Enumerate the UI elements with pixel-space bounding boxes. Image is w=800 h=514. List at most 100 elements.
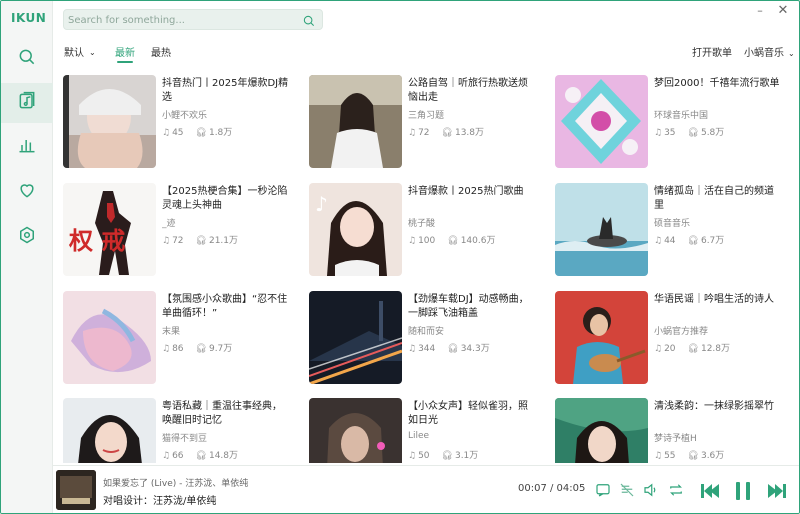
music-note-icon: ♫ xyxy=(162,344,171,354)
music-note-icon: ♫ xyxy=(408,451,417,461)
playlist-cover xyxy=(309,291,402,384)
song-count: 72 xyxy=(172,236,184,246)
playlist-card[interactable]: 粤语私藏｜重温往事经典，唤醒旧时记忆 猫得不到豆 ♫ 66 🎧︎ 14.8万 xyxy=(61,398,301,463)
previous-button[interactable] xyxy=(698,479,722,503)
sidebar-item-charts[interactable] xyxy=(1,127,53,167)
playlist-title: 【2025热梗合集】一秒沦陷灵魂上头神曲 xyxy=(162,186,288,211)
song-count: 50 xyxy=(418,451,430,461)
now-playing-title: 如果爱忘了 (Live) - 汪苏泷、单依纯 xyxy=(103,479,249,489)
playlist-card[interactable]: 清浅柔韵：一抹绿影摇翠竹 梦诗予植H ♫ 55 🎧︎ 3.6万 xyxy=(553,398,793,463)
sidebar-item-search[interactable] xyxy=(1,39,53,79)
playback-time: 00:07 / 04:05 xyxy=(518,483,586,494)
sidebar-item-settings[interactable] xyxy=(1,217,53,257)
playlist-card[interactable]: 梦回2000！千禧年流行歌单 环球音乐中国 ♫ 35 🎧︎ 5.8万 xyxy=(553,75,793,171)
open-playlist-link[interactable]: 打开歌单 xyxy=(692,44,732,59)
headphones-icon: 🎧︎ xyxy=(447,344,459,354)
search-icon[interactable] xyxy=(302,13,316,27)
minimize-button[interactable]: – xyxy=(752,3,768,19)
chevron-down-icon: ⌄ xyxy=(788,49,795,58)
tab-newest[interactable]: 最新 xyxy=(115,44,135,63)
playlist-author: 梦诗予植H xyxy=(654,434,697,444)
playlist-card[interactable]: 【氛围感小众歌曲】“忍不住单曲循环！” 末果 ♫ 86 🎧︎ 9.7万 xyxy=(61,291,301,387)
tab-hottest[interactable]: 最热 xyxy=(151,44,171,59)
lyrics-toggle-button[interactable] xyxy=(618,481,636,499)
music-note-icon: ♫ xyxy=(408,128,417,138)
playlist-card[interactable]: 【劲爆车载DJ】动感畅曲，一脚踩飞油箱盖 随和而安 ♫ 344 🎧︎ 34.3万 xyxy=(307,291,547,387)
playlist-cover xyxy=(555,183,648,276)
app-brand: IKUN xyxy=(11,11,47,25)
playlist-cover xyxy=(309,398,402,463)
comment-button[interactable] xyxy=(594,481,612,499)
playlist-stats: ♫ 86 🎧︎ 9.7万 xyxy=(162,341,232,354)
playlist-stats: ♫ 344 🎧︎ 34.3万 xyxy=(408,341,490,354)
playlist-title: 公路自驾｜听旅行热歌送烦恼出走 xyxy=(408,78,528,103)
playlist-card[interactable]: 情绪孤岛｜活在自己的频道里 硕音音乐 ♫ 44 🎧︎ 6.7万 xyxy=(553,183,793,279)
playlist-author: _迹 xyxy=(162,219,176,229)
playlist-card[interactable]: ♪ 抖音爆款丨2025热门歌曲 桃子酸 ♫ 100 🎧︎ 140.6万 xyxy=(307,183,547,279)
song-count: 35 xyxy=(664,128,676,138)
now-playing-cover[interactable] xyxy=(56,470,96,510)
close-button[interactable]: ✕ xyxy=(775,3,791,19)
player-bar: 如果爱忘了 (Live) - 汪苏泷、单依纯 对唱设计：汪苏泷/单依纯 00:0… xyxy=(53,465,799,513)
song-count: 66 xyxy=(172,451,184,461)
sort-dropdown[interactable]: 默认 ⌄ xyxy=(64,44,96,59)
sidebar-item-favorites[interactable] xyxy=(1,172,53,212)
pause-button[interactable] xyxy=(731,479,755,503)
headphones-icon: 🎧︎ xyxy=(195,128,207,138)
playlist-card[interactable]: 权 戒 【2025热梗合集】一秒沦陷灵魂上头神曲 _迹 ♫ 72 🎧︎ 21.1万 xyxy=(61,183,301,279)
playlist-author: 猫得不到豆 xyxy=(162,434,208,444)
source-dropdown[interactable]: 小蜗音乐 ⌄ xyxy=(744,44,795,59)
playlist-author: 末果 xyxy=(162,327,181,337)
sidebar: IKUN xyxy=(1,1,53,513)
playlist-title: 抖音热门丨2025年爆款DJ精选 xyxy=(162,78,289,103)
playlist-cover xyxy=(555,75,648,168)
playlist-author: 小鲤不欢乐 xyxy=(162,111,208,121)
music-note-icon: ♫ xyxy=(408,344,417,354)
play-count: 3.6万 xyxy=(700,451,725,461)
headphones-icon: 🎧︎ xyxy=(441,128,453,138)
playlist-title: 【劲爆车载DJ】动感畅曲，一脚踩飞油箱盖 xyxy=(408,294,529,319)
sidebar-item-library[interactable] xyxy=(1,83,53,123)
playlist-card[interactable]: 抖音热门丨2025年爆款DJ精选 小鲤不欢乐 ♫ 45 🎧︎ 1.8万 xyxy=(61,75,301,171)
headphones-icon: 🎧︎ xyxy=(687,128,699,138)
play-count: 34.3万 xyxy=(460,344,490,354)
playlist-stats: ♫ 72 🎧︎ 13.8万 xyxy=(408,125,484,138)
search-icon xyxy=(17,47,37,71)
playlist-title: 情绪孤岛｜活在自己的频道里 xyxy=(654,186,774,211)
playlist-cover xyxy=(63,75,156,168)
repeat-button[interactable] xyxy=(667,481,685,499)
playlist-stats: ♫ 35 🎧︎ 5.8万 xyxy=(654,125,724,138)
music-note-icon: ♫ xyxy=(654,128,663,138)
playlist-author: 桃子酸 xyxy=(408,219,436,229)
play-count: 3.1万 xyxy=(454,451,479,461)
pause-icon xyxy=(731,479,755,503)
playlist-cover xyxy=(555,398,648,463)
playlist-title: 清浅柔韵：一抹绿影摇翠竹 xyxy=(654,401,774,412)
play-count: 21.1万 xyxy=(208,236,239,246)
search-input[interactable] xyxy=(68,12,294,28)
song-count: 55 xyxy=(664,451,676,461)
headphones-icon: 🎧︎ xyxy=(195,236,207,246)
music-note-icon: ♫ xyxy=(162,451,171,461)
comment-icon xyxy=(594,484,612,503)
playlist-card[interactable]: 【小众女声】轻似雀羽，照如日光 Lilee ♫ 50 🎧︎ 3.1万 xyxy=(307,398,547,463)
lyrics-off-icon xyxy=(618,483,636,503)
playlist-author: 小蜗官方推荐 xyxy=(654,327,709,337)
playlist-title: 梦回2000！千禧年流行歌单 xyxy=(654,78,780,89)
source-label: 小蜗音乐 xyxy=(744,48,784,59)
music-note-icon: ♫ xyxy=(654,451,663,461)
headphones-icon: 🎧︎ xyxy=(687,451,699,461)
playlist-grid: 抖音热门丨2025年爆款DJ精选 小鲤不欢乐 ♫ 45 🎧︎ 1.8万 公路自驾｜听旅… xyxy=(61,75,797,463)
play-count: 5.8万 xyxy=(700,128,725,138)
volume-button[interactable] xyxy=(642,481,660,499)
next-button[interactable] xyxy=(765,479,789,503)
playlist-stats: ♫ 72 🎧︎ 21.1万 xyxy=(162,233,238,246)
song-count: 100 xyxy=(418,236,436,246)
skip-previous-icon xyxy=(698,479,722,503)
playlist-card[interactable]: 公路自驾｜听旅行热歌送烦恼出走 三角习题 ♫ 72 🎧︎ 13.8万 xyxy=(307,75,547,171)
playlist-stats: ♫ 55 🎧︎ 3.6万 xyxy=(654,448,724,461)
playlist-cover xyxy=(63,291,156,384)
svg-text:♪: ♪ xyxy=(315,192,328,216)
playlist-card[interactable]: 华语民谣｜吟唱生活的诗人 小蜗官方推荐 ♫ 20 🎧︎ 12.8万 xyxy=(553,291,793,387)
headphones-icon: 🎧︎ xyxy=(441,451,453,461)
